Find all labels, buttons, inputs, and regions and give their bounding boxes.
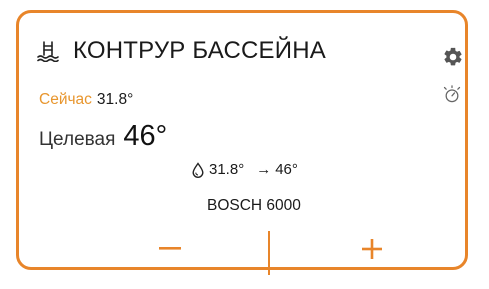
thermostat-icon [443,85,461,103]
transition-to: 46° [275,161,298,178]
water-drop-icon [192,161,204,178]
gear-icon[interactable] [442,46,464,68]
current-value: 31.8° [96,91,134,108]
card-header: КОНТРУР БАССЕЙНА [37,37,326,65]
target-temperature: Целевая 46° [39,120,167,153]
pool-circuit-card: КОНТРУР БАССЕЙНА Сейчас 31.8° Целевая 46°… [16,10,468,275]
device-model: BOSCH 6000 [207,197,301,214]
arrow-icon: → [256,161,272,178]
current-temperature: Сейчас 31.8° [39,91,133,109]
increase-button[interactable] [349,227,395,271]
target-value: 46° [123,120,168,152]
target-label: Целевая [39,129,116,150]
temperature-transition: 31.8° → 46° [191,161,298,178]
minus-icon [159,247,181,250]
decrease-button[interactable] [147,227,193,271]
temperature-controls [147,227,403,277]
controls-divider [268,231,270,275]
transition-from: 31.8° [209,161,245,178]
current-label: Сейчас [39,91,92,108]
plus-icon [362,239,382,259]
card-title: КОНТРУР БАССЕЙНА [73,37,326,64]
pool-icon [37,41,59,62]
